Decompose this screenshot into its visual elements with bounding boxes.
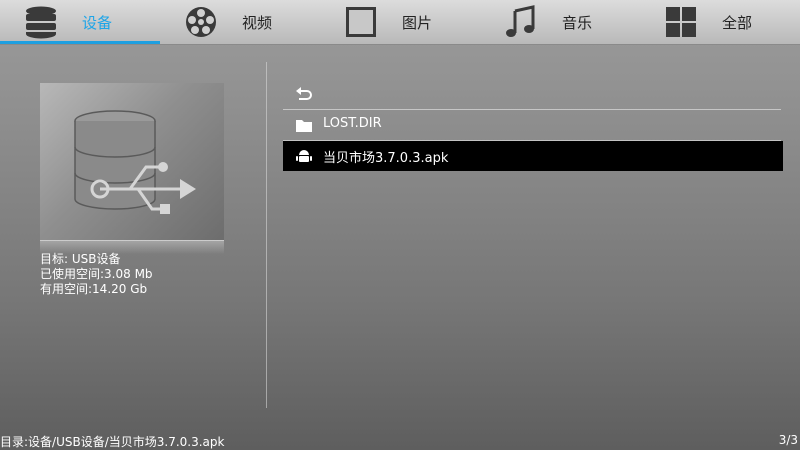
tab-video[interactable]: 视频 [160, 0, 320, 44]
list-item-back[interactable] [283, 80, 783, 110]
picture-frame-icon [346, 7, 376, 37]
item-counter: 3/3 [778, 433, 798, 447]
device-free-space: 有用空间:14.20 Gb [40, 282, 148, 296]
database-icon [26, 6, 56, 39]
panel-divider [266, 62, 267, 408]
grid-icon [666, 7, 696, 37]
tab-all[interactable]: 全部 [640, 0, 800, 44]
back-arrow-icon [296, 87, 312, 100]
tab-devices[interactable]: 设备 [0, 0, 160, 44]
tab-music[interactable]: 音乐 [480, 0, 640, 44]
device-thumbnail [40, 83, 224, 254]
device-target: 目标: USB设备 [40, 252, 121, 266]
tab-label: 全部 [722, 14, 753, 32]
android-icon [296, 150, 312, 162]
tab-label: 图片 [402, 14, 433, 32]
active-tab-indicator [0, 41, 160, 44]
tab-label: 音乐 [562, 14, 593, 32]
tab-label: 设备 [82, 14, 113, 32]
top-tab-bar: 设备 视频 图片 音乐 全部 [0, 0, 800, 45]
list-item-label: 当贝市场3.7.0.3.apk [323, 151, 449, 166]
tab-label: 视频 [242, 14, 273, 32]
tab-pictures[interactable]: 图片 [320, 0, 480, 44]
list-item-apk[interactable]: 当贝市场3.7.0.3.apk [283, 141, 783, 171]
list-item-lost-dir[interactable]: LOST.DIR [283, 110, 783, 140]
film-reel-icon [186, 7, 216, 37]
list-item-label: LOST.DIR [323, 116, 382, 131]
usb-storage-icon [74, 110, 196, 214]
device-used-space: 已使用空间:3.08 Mb [40, 267, 153, 281]
music-note-icon [506, 5, 535, 37]
current-path: 目录:设备/USB设备/当贝市场3.7.0.3.apk [0, 435, 225, 449]
folder-icon [296, 120, 312, 132]
